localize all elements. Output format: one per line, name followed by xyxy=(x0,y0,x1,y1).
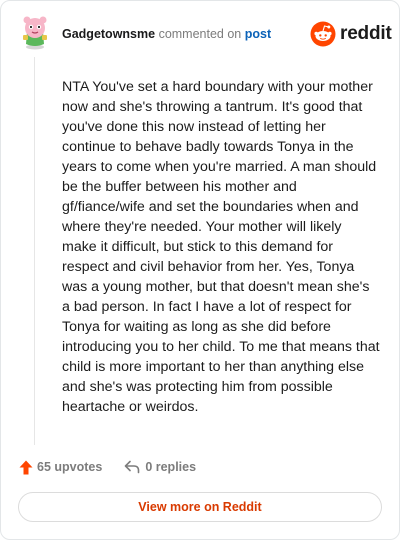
upvote-count: 65 upvotes xyxy=(37,460,103,474)
upvote-button[interactable]: 65 upvotes xyxy=(19,460,102,475)
comment-body: NTA You've set a hard boundary with your… xyxy=(62,79,380,415)
comment-header: Gadgetownsme commented on post xyxy=(62,26,271,42)
reddit-logo[interactable]: reddit xyxy=(310,20,392,48)
reddit-snoo-icon xyxy=(310,21,336,47)
reply-button[interactable]: 0 replies xyxy=(124,460,196,474)
commented-on-text: commented on xyxy=(158,27,242,41)
username-link[interactable]: Gadgetownsme xyxy=(62,27,155,41)
post-link[interactable]: post xyxy=(245,27,271,41)
reply-arrow-icon xyxy=(125,460,140,474)
thread-line xyxy=(34,57,35,445)
user-avatar-icon[interactable] xyxy=(20,16,50,50)
view-more-button[interactable]: View more on Reddit xyxy=(18,492,382,522)
upvote-arrow-icon xyxy=(19,460,33,474)
comment-card: Gadgetownsme commented on post reddit NT… xyxy=(0,0,400,540)
reply-count: 0 replies xyxy=(145,460,197,474)
reddit-wordmark: reddit xyxy=(340,23,392,44)
comment-actions: 65 upvotes 0 replies xyxy=(19,459,196,475)
